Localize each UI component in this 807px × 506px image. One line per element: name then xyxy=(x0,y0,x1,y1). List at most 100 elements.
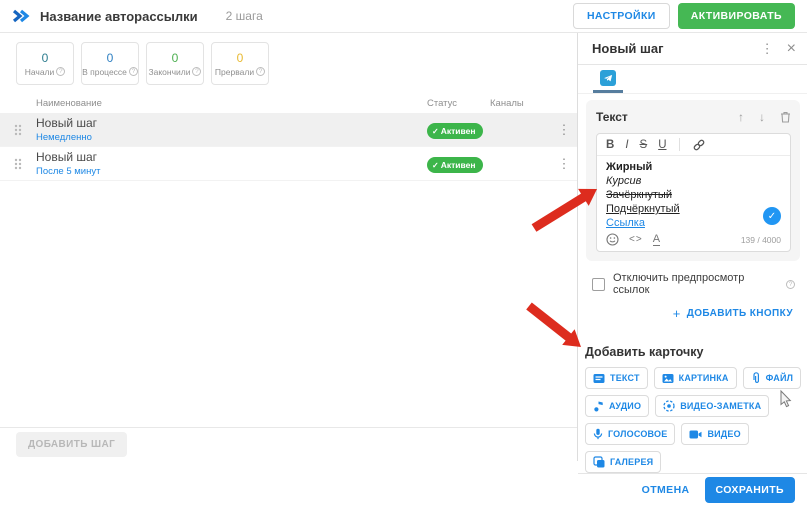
stat-card-interrupted: 0 Прервали xyxy=(211,42,269,85)
add-step-button[interactable]: ДОБАВИТЬ ШАГ xyxy=(16,432,127,457)
toolbar-divider xyxy=(679,138,680,151)
panel-header: Новый шаг xyxy=(578,33,807,65)
chip-gallery[interactable]: ГАЛЕРЕЯ xyxy=(585,451,661,473)
telegram-icon xyxy=(600,70,616,86)
link-preview-row: Отключить предпросмотр ссылок xyxy=(592,272,795,296)
paperclip-icon xyxy=(751,372,761,384)
video-icon xyxy=(689,429,702,440)
editor-bottom-bar: 139 / 4000 xyxy=(597,231,790,251)
chip-text[interactable]: ТЕКСТ xyxy=(585,367,648,389)
close-icon[interactable] xyxy=(787,42,796,55)
text-card: Текст B I S U Жирный Курс xyxy=(586,100,800,261)
plus-icon xyxy=(673,306,681,321)
stat-card-started: 0 Начали xyxy=(16,42,74,85)
cancel-button[interactable]: ОТМЕНА xyxy=(642,484,690,496)
save-button[interactable]: СОХРАНИТЬ xyxy=(705,477,795,503)
link-icon[interactable] xyxy=(692,138,706,152)
music-note-icon xyxy=(593,400,604,412)
move-down-icon[interactable] xyxy=(759,108,765,126)
stat-value: 0 xyxy=(42,51,49,65)
panel-menu-icon[interactable] xyxy=(761,44,774,54)
info-icon[interactable] xyxy=(129,67,138,76)
stat-label: Начали xyxy=(25,67,55,77)
stat-card-in-progress: 0 В процессе xyxy=(81,42,139,85)
text-format-icon[interactable] xyxy=(653,234,660,246)
row-menu-icon[interactable] xyxy=(558,122,571,137)
status-badge: Активен xyxy=(427,123,483,139)
trash-icon[interactable] xyxy=(780,111,791,123)
settings-button[interactable]: НАСТРОЙКИ xyxy=(573,3,670,29)
link-preview-label: Отключить предпросмотр ссылок xyxy=(613,272,778,296)
strikethrough-button[interactable]: S xyxy=(640,139,648,151)
editor-content[interactable]: Жирный Курсив Зачёркнутый Подчёркнутый С… xyxy=(597,156,790,231)
step-schedule: Немедленно xyxy=(36,132,427,143)
steps-list-area: 0 Начали 0 В процессе 0 Закончили 0 Прер… xyxy=(0,33,577,461)
stat-label: Закончили xyxy=(149,67,191,77)
info-icon[interactable] xyxy=(56,67,65,76)
editor-line-italic: Курсив xyxy=(606,174,781,188)
add-button-button[interactable]: ДОБАВИТЬ КНОПКУ xyxy=(673,306,793,321)
stat-card-finished: 0 Закончили xyxy=(146,42,204,85)
gallery-icon xyxy=(593,456,605,468)
link-preview-checkbox[interactable] xyxy=(592,278,605,291)
rich-text-editor[interactable]: B I S U Жирный Курсив Зачёркнутый Подчёр… xyxy=(596,133,791,252)
row-menu-icon[interactable] xyxy=(558,156,571,171)
stat-value: 0 xyxy=(107,51,114,65)
saved-check-icon xyxy=(763,207,781,225)
add-card-title: Добавить карточку xyxy=(585,345,807,359)
chip-video-note[interactable]: ВИДЕО-ЗАМЕТКА xyxy=(655,395,769,417)
broadcast-logo-icon xyxy=(12,7,32,25)
drag-handle-icon[interactable] xyxy=(0,124,36,136)
column-status: Статус xyxy=(427,98,490,109)
chip-audio[interactable]: АУДИО xyxy=(585,395,649,417)
activate-button[interactable]: АКТИВИРОВАТЬ xyxy=(678,3,795,29)
text-icon xyxy=(593,373,605,384)
tab-telegram[interactable] xyxy=(593,65,623,93)
table-row[interactable]: Новый шаг После 5 минут Активен xyxy=(0,147,577,181)
chip-image[interactable]: КАРТИНКА xyxy=(654,367,737,389)
emoji-icon[interactable] xyxy=(606,233,619,246)
editor-toolbar: B I S U xyxy=(597,134,790,156)
check-icon xyxy=(432,160,439,170)
editor-line-bold: Жирный xyxy=(606,160,781,174)
panel-title: Новый шаг xyxy=(592,41,761,56)
table-header: Наименование Статус Каналы xyxy=(0,93,577,113)
editor-line-underline: Подчёркнутый xyxy=(606,202,781,216)
status-badge: Активен xyxy=(427,157,483,173)
page-title: Название авторассылки xyxy=(40,9,198,24)
italic-button[interactable]: I xyxy=(625,139,628,151)
step-name: Новый шаг xyxy=(36,151,427,164)
card-title: Текст xyxy=(596,110,738,124)
column-name: Наименование xyxy=(36,98,427,109)
editor-line-strikethrough: Зачёркнутый xyxy=(606,188,781,202)
drag-handle-icon[interactable] xyxy=(0,158,36,170)
stat-value: 0 xyxy=(172,51,179,65)
underline-button[interactable]: U xyxy=(658,139,666,151)
info-icon[interactable] xyxy=(192,67,201,76)
code-icon[interactable] xyxy=(629,234,643,245)
info-icon[interactable] xyxy=(786,280,795,289)
move-up-icon[interactable] xyxy=(738,108,744,126)
stat-label: Прервали xyxy=(215,67,254,77)
column-channels: Каналы xyxy=(490,98,551,109)
microphone-icon xyxy=(593,428,603,440)
stats-row: 0 Начали 0 В процессе 0 Закончили 0 Прер… xyxy=(0,33,577,93)
image-icon xyxy=(662,373,674,384)
check-icon xyxy=(432,126,439,136)
card-type-chips: ТЕКСТ КАРТИНКА ФАЙЛ АУДИО ВИДЕО-ЗАМЕТКА … xyxy=(585,367,802,473)
steps-count: 2 шага xyxy=(226,9,263,23)
info-icon[interactable] xyxy=(256,67,265,76)
step-name: Новый шаг xyxy=(36,117,427,130)
step-schedule: После 5 минут xyxy=(36,166,427,177)
editor-line-link[interactable]: Ссылка xyxy=(606,216,781,230)
stat-value: 0 xyxy=(237,51,244,65)
chip-voice[interactable]: ГОЛОСОВОЕ xyxy=(585,423,675,445)
stat-label: В процессе xyxy=(82,67,127,77)
chip-video[interactable]: ВИДЕО xyxy=(681,423,748,445)
empty-area xyxy=(0,181,577,427)
bold-button[interactable]: B xyxy=(606,139,614,151)
channel-tabs xyxy=(578,65,807,94)
chip-file[interactable]: ФАЙЛ xyxy=(743,367,802,389)
char-counter: 139 / 4000 xyxy=(741,235,781,245)
table-row[interactable]: Новый шаг Немедленно Активен xyxy=(0,113,577,147)
